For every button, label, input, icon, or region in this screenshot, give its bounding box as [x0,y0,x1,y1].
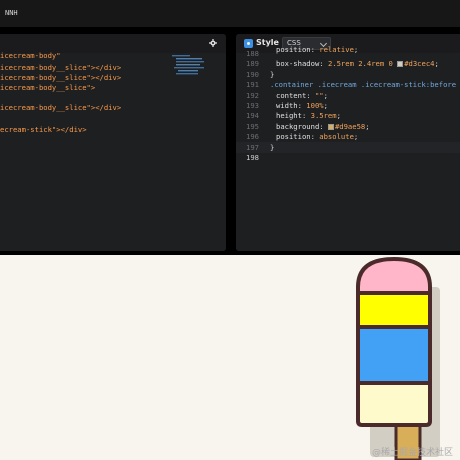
line-number: 194 [246,111,259,121]
watermark: @稀土掘金技术社区 [372,448,454,458]
icecream-cream-layer [358,383,430,425]
html-editor-panel: icecream-body" icecream-body__slice"></di… [0,34,226,251]
html-code-line: icecream-body__slice"></div> [0,103,122,112]
css-value: 2.5rem 2.4rem 0 [327,59,393,69]
css-code-line: height: 3.5rem; [276,111,341,121]
top-bar: NNH [0,0,460,27]
color-swatch[interactable] [327,123,334,130]
css-code-line: } [270,70,274,79]
style-icon [244,39,253,48]
preview-area: @稀土掘金技术社区 [0,255,460,460]
css-brace: } [270,142,275,152]
css-selector: .container .icecream .icecream-stick:bef… [270,80,460,90]
line-number-gutter: 188 189 190 191 192 193 194 195 196 197 198 [236,49,265,251]
css-editor-panel: Style CSS 188 189 190 191 192 193 194 195 196 197… [236,34,460,251]
css-code-line: content: ""; [276,90,328,100]
css-value: "" [314,90,324,100]
css-property: width [276,101,298,110]
html-code-area[interactable]: icecream-body" icecream-body__slice"></di… [0,51,226,251]
css-value: absolute [319,132,354,142]
css-property: content [276,90,307,100]
html-code-line: icecream-body__slice"></div> [0,73,122,82]
icecream-illustration [356,257,440,460]
code-minimap[interactable] [172,53,212,77]
css-brace: } [270,69,275,79]
css-property: background [276,121,320,131]
css-value: 100% [306,101,324,110]
css-code-line: width: 100%; [276,101,328,110]
css-property: box-shadow [276,59,320,69]
css-color-value: #d3cec4 [404,59,435,69]
css-color-value: #d9ae58 [334,121,366,131]
css-property: height [276,111,302,121]
color-swatch[interactable] [397,61,404,68]
html-code-line: icecream-body__slice"> [0,83,96,92]
line-number: 198 [246,153,259,162]
line-number: 189 [246,59,259,69]
css-code-line: .container .icecream .icecream-stick:bef… [270,80,460,89]
css-code-line: } [270,143,274,152]
css-code-line: box-shadow: 2.5rem 2.4rem 0 #d3cec4; [276,59,439,69]
css-value: 3.5rem [310,111,337,121]
line-number: 190 [246,69,259,79]
css-code-line: position: absolute; [276,132,359,142]
line-number: 192 [246,90,259,100]
gear-icon[interactable] [209,39,217,47]
line-number: 191 [246,80,259,90]
line-number: 193 [246,101,259,110]
html-code-line: ecream-stick"></div> [0,125,87,134]
line-number: 197 [246,142,259,152]
line-number: 188 [246,49,259,58]
line-number: 195 [246,121,259,131]
css-property: position [276,132,311,142]
css-code-area[interactable]: 188 189 190 191 192 193 194 195 196 197 198 positi… [236,45,460,251]
icecream-blue-layer [358,327,430,383]
icecream-yellow-layer [358,293,430,327]
html-code-line: icecream-body__slice"></div> [0,63,122,72]
css-code-line: position: relative; [276,45,359,54]
css-property: position [276,45,311,54]
app-logo[interactable]: NNH [5,9,18,17]
css-code-line: background: #d9ae58; [276,121,370,131]
css-value: relative [319,45,354,54]
line-number: 196 [246,132,259,142]
html-code-line: icecream-body" [0,51,61,60]
